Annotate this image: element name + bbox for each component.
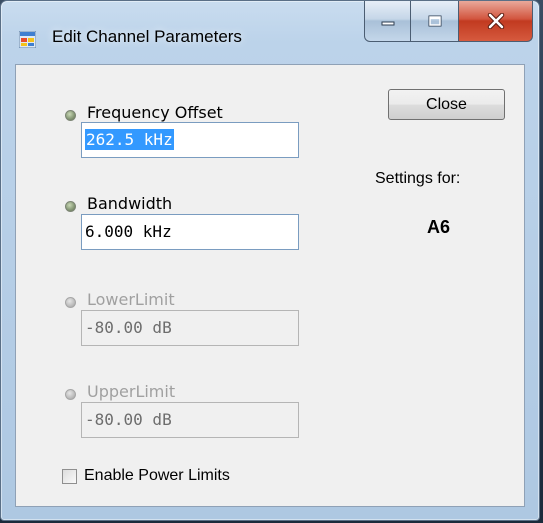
frequency-offset-field[interactable]: 262.5 kHz	[81, 122, 299, 158]
frequency-offset-radio[interactable]	[65, 110, 76, 121]
maximize-icon	[428, 15, 441, 27]
upper-limit-field[interactable]: -80.00 dB	[81, 402, 299, 438]
window-title: Edit Channel Parameters	[52, 27, 242, 46]
caption-buttons	[364, 1, 533, 43]
frequency-offset-value: 262.5 kHz	[85, 129, 174, 150]
upper-limit-label: UpperLimit	[87, 382, 176, 401]
title-bar[interactable]: Edit Channel Parameters	[1, 1, 539, 65]
lower-limit-label: LowerLimit	[87, 290, 175, 309]
close-button[interactable]: Close	[388, 89, 505, 120]
upper-limit-radio[interactable]	[65, 389, 76, 400]
enable-power-limits-label[interactable]: Enable Power Limits	[84, 467, 230, 485]
bandwidth-label: Bandwidth	[87, 194, 173, 213]
form-app-icon	[19, 31, 36, 48]
close-window-button[interactable]	[459, 1, 533, 42]
enable-power-limits-checkbox[interactable]	[62, 469, 77, 484]
lower-limit-radio[interactable]	[65, 297, 76, 308]
frequency-offset-label: Frequency Offset	[87, 103, 223, 122]
maximize-button[interactable]	[411, 1, 459, 42]
lower-limit-field[interactable]: -80.00 dB	[81, 310, 299, 346]
channel-name: A6	[427, 217, 451, 237]
minimize-icon	[381, 21, 394, 26]
minimize-button[interactable]	[364, 1, 411, 42]
bandwidth-field[interactable]: 6.000 kHz	[81, 214, 299, 250]
settings-for-label: Settings for:	[375, 170, 461, 187]
close-icon	[487, 13, 504, 29]
bandwidth-radio[interactable]	[65, 201, 76, 212]
